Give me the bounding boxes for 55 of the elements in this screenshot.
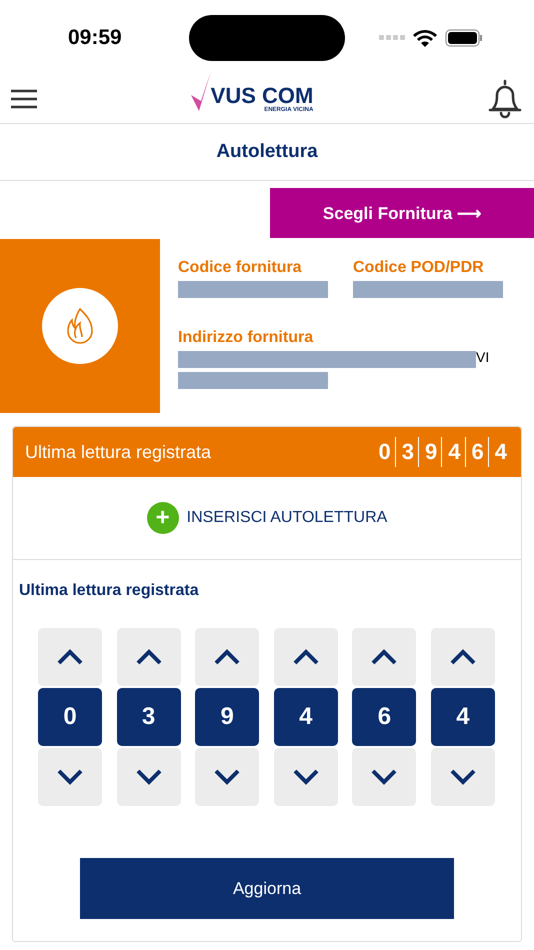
increment-button[interactable] [430,628,495,686]
menu-icon[interactable] [10,89,38,109]
increment-button[interactable] [274,628,338,686]
chevron-up-icon [292,649,319,665]
chevron-up-icon [371,649,398,665]
reading-digit: 0 [378,438,392,466]
chevron-down-icon [214,769,240,785]
reading-digit: 3 [394,437,418,467]
flame-icon [67,308,93,344]
counter-title: Ultima lettura registrata [19,582,199,600]
digit-display: 9 [195,688,260,746]
decrement-button[interactable] [274,748,338,806]
reading-digit: 4 [488,437,511,467]
increment-button[interactable] [38,628,102,686]
address-fragment: VI [476,349,490,365]
decrement-button[interactable] [195,748,260,806]
logo-text: VUS COM [210,85,314,107]
page-title: Autolettura [0,124,534,181]
increment-button[interactable] [195,628,260,686]
update-button[interactable]: Aggiorna [80,858,454,919]
field-label: Codice fornitura [178,259,303,277]
digit-display: 0 [38,688,102,746]
chevron-down-icon [57,769,83,785]
chevron-up-icon [214,649,240,665]
signal-icon [379,34,405,40]
reading-digit: 9 [418,437,442,467]
chevron-down-icon [371,769,398,785]
increment-button[interactable] [352,628,416,686]
wifi-icon [413,28,437,46]
last-reading-label: Ultima lettura registrata [25,442,212,462]
choose-supply-button[interactable]: Scegli Fornitura ⟶ [270,188,534,238]
insert-reading-button[interactable]: + INSERISCI AUTOLETTURA [146,502,388,534]
decrement-button[interactable] [116,748,181,806]
chevron-up-icon [57,649,83,665]
digit-display: 4 [274,688,338,746]
digit-display: 6 [352,688,416,746]
chevron-down-icon [450,769,476,785]
reading-digit: 4 [441,437,464,467]
decrement-button[interactable] [38,748,102,806]
digit-display: 4 [430,688,495,746]
chevron-down-icon [136,769,162,785]
field-label: Indirizzo fornitura [178,328,314,346]
digit-display: 3 [116,688,181,746]
chevron-up-icon [136,649,162,665]
check-mark-icon [188,71,211,113]
status-time: 09:59 [68,26,123,50]
reading-digit: 6 [464,437,488,467]
bell-icon[interactable] [486,79,524,119]
chevron-down-icon [292,769,319,785]
decrement-button[interactable] [352,748,416,806]
battery-icon [445,28,483,46]
increment-button[interactable] [116,628,181,686]
decrement-button[interactable] [430,748,495,806]
field-label: Codice POD/PDR [353,259,485,277]
chevron-up-icon [450,649,476,665]
